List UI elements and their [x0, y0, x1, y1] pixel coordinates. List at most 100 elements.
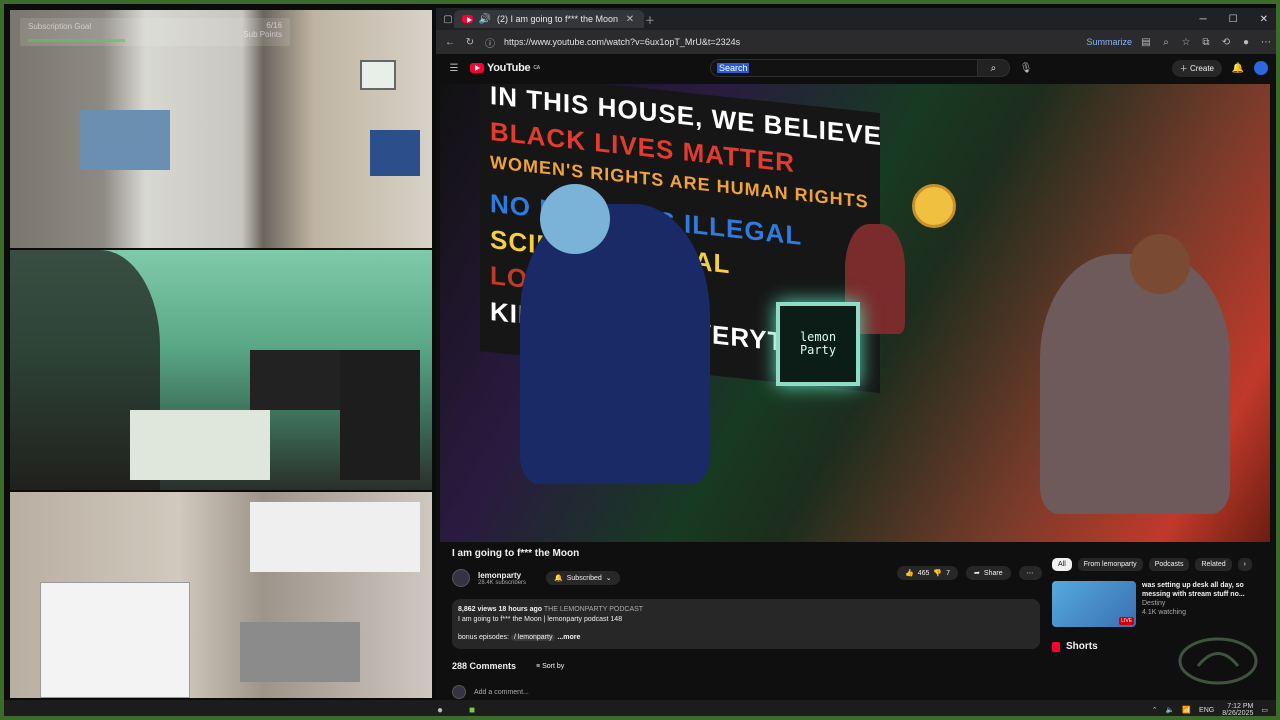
description-box[interactable]: 8,862 views 18 hours ago THE LEMONPARTY …: [452, 599, 1040, 649]
chevron-down-icon: ⌄: [605, 575, 612, 582]
youtube-logo-icon: [470, 63, 484, 73]
window: [360, 60, 396, 90]
volume-icon[interactable]: 🔈: [1166, 706, 1175, 714]
speaker-icon[interactable]: 🔊: [479, 13, 491, 25]
like-dislike-button[interactable]: 👍 465 👎 7: [897, 566, 959, 580]
new-tab-icon[interactable]: ＋: [644, 13, 656, 27]
reload-icon[interactable]: ↻: [464, 36, 476, 48]
host-left-head: [540, 184, 610, 254]
camera-feed-hallway: Subscription Goal 6/16 Sub Points: [10, 10, 432, 248]
bell-icon: 🔔: [554, 575, 563, 582]
favorite-star-icon[interactable]: ☆: [1180, 36, 1192, 48]
description-tag[interactable]: THE LEMONPARTY PODCAST: [544, 606, 643, 613]
thumbs-up-icon: 👍: [905, 570, 914, 577]
recycle-bins: [370, 130, 420, 176]
comments-count: 288 Comments: [452, 661, 517, 671]
chips-next-icon[interactable]: ›: [1237, 558, 1252, 571]
goal-count: 6/16 Sub Points: [243, 21, 282, 39]
channel-info: lemonparty 28.4K subscribers: [478, 571, 526, 586]
minimize-icon[interactable]: ─: [1200, 14, 1207, 25]
back-icon[interactable]: ←: [444, 36, 456, 48]
menu-dots-icon[interactable]: ⋯: [1260, 36, 1272, 48]
filter-chip[interactable]: From lemonparty: [1077, 558, 1143, 571]
add-comment-input[interactable]: Add a comment...: [474, 689, 529, 696]
subscribed-button[interactable]: 🔔 Subscribed ⌄: [546, 571, 620, 585]
more-link[interactable]: ...more: [557, 634, 580, 641]
clock-date: 8/26/2025: [1222, 710, 1254, 717]
create-label: Create: [1189, 63, 1214, 73]
search-button[interactable]: ⌕: [977, 59, 1010, 77]
bed: [130, 410, 270, 480]
video-player[interactable]: IN THIS HOUSE, WE BELIEVE BLACK LIVES MAT…: [440, 84, 1270, 542]
hamburger-menu-icon[interactable]: ☰: [448, 62, 460, 74]
tab-actions-icon[interactable]: ▢: [442, 13, 454, 25]
system-tray: ⌃ 🔈 📶 ENG 7:12 PM 8/26/2025 ▭: [1152, 703, 1276, 717]
host-left: [520, 204, 710, 484]
close-tab-icon[interactable]: ✕: [624, 13, 636, 25]
clock-time: 7:12 PM: [1227, 703, 1254, 710]
more-actions-button[interactable]: ⋯: [1018, 566, 1042, 580]
browser-window: ▢ 🔊 (2) I am going to f*** the Moon ✕ ＋ …: [436, 8, 1276, 700]
microphone-icon[interactable]: 🎙: [1020, 62, 1033, 74]
nvidia-icon[interactable]: ■: [466, 704, 478, 716]
host-right: [1040, 254, 1230, 514]
channel-avatar[interactable]: [452, 569, 470, 587]
search-input[interactable]: Search: [709, 59, 978, 77]
recommended-thumbnail[interactable]: LIVE: [1052, 581, 1136, 627]
history-icon[interactable]: ⟲: [1220, 36, 1232, 48]
host-right-head: [1130, 234, 1190, 294]
create-button[interactable]: ＋ Create: [1171, 59, 1222, 77]
subscription-goal-widget: Subscription Goal 6/16 Sub Points: [20, 18, 290, 46]
dislike-count: 7: [946, 569, 951, 577]
close-window-icon[interactable]: ✕: [1260, 14, 1268, 25]
taskbar-app-icon[interactable]: ●: [434, 704, 446, 716]
share-label: Share: [983, 569, 1003, 577]
filter-chip[interactable]: Related: [1195, 558, 1232, 571]
tray-chevron-icon[interactable]: ⌃: [1152, 706, 1158, 714]
youtube-header: ☰ YouTube CA Search ⌕ 🎙 ＋ Create 🔔: [436, 54, 1276, 82]
search-icon: ⌕: [990, 62, 997, 74]
cabinets: [250, 502, 420, 572]
share-button[interactable]: ➦ Share: [966, 566, 1011, 580]
zoom-icon[interactable]: ⌕: [1160, 36, 1172, 48]
notification-center-icon[interactable]: ▭: [1261, 706, 1268, 714]
more-dots-icon: ⋯: [1026, 570, 1034, 577]
goal-label: Subscription Goal: [28, 22, 92, 31]
subscribed-label: Subscribed: [566, 574, 602, 582]
sort-button[interactable]: ≡ Sort by: [536, 663, 564, 670]
youtube-logo[interactable]: YouTube CA: [470, 62, 540, 74]
recommended-title[interactable]: was setting up desk all day, so messing …: [1142, 581, 1250, 599]
summarize-button[interactable]: Summarize: [1086, 37, 1132, 47]
recommended-video[interactable]: LIVE was setting up desk all day, so mes…: [1052, 581, 1272, 627]
url-field[interactable]: https://www.youtube.com/watch?v=6ux1opT_…: [504, 37, 924, 47]
goal-progress-bar: [28, 39, 125, 42]
desktop-screen: Subscription Goal 6/16 Sub Points ▢ 🔊 (2…: [0, 0, 1280, 720]
extensions-icon[interactable]: ⧉: [1200, 36, 1212, 48]
channel-name[interactable]: lemonparty: [478, 571, 526, 580]
notifications-bell-icon[interactable]: 🔔: [1232, 62, 1244, 74]
maximize-icon[interactable]: ☐: [1229, 14, 1238, 25]
browser-tab-active[interactable]: 🔊 (2) I am going to f*** the Moon ✕: [454, 10, 644, 28]
description-meta: 8,862 views 18 hours ago THE LEMONPARTY …: [458, 605, 1034, 615]
video-details: I am going to f*** the Moon lemonparty 2…: [452, 548, 1052, 699]
add-comment-row: Add a comment...: [452, 685, 1052, 699]
account-avatar[interactable]: [1254, 61, 1268, 75]
camera-feed-kitchen: [10, 492, 432, 698]
recommended-channel[interactable]: Destiny: [1142, 599, 1250, 608]
reader-icon[interactable]: ▤: [1140, 36, 1152, 48]
site-info-icon[interactable]: ⓘ: [484, 36, 496, 50]
bonus-link[interactable]: / lemonparty: [510, 634, 556, 641]
shorts-icon: [1052, 641, 1060, 652]
youtube-logo-region: CA: [533, 65, 540, 71]
profile-icon[interactable]: ●: [1240, 36, 1252, 48]
upload-age: 18 hours ago: [498, 606, 543, 613]
filter-chip[interactable]: Podcasts: [1148, 558, 1190, 571]
shorts-label: Shorts: [1066, 641, 1098, 652]
filter-chip[interactable]: All: [1052, 558, 1072, 571]
clock[interactable]: 7:12 PM 8/26/2025: [1222, 703, 1254, 717]
language-indicator[interactable]: ENG: [1199, 707, 1214, 714]
wifi-icon[interactable]: 📶: [1182, 706, 1191, 714]
user-avatar: [452, 685, 466, 699]
window-controls: ─ ☐ ✕: [1200, 14, 1276, 25]
taskbar: ● ■ ⌃ 🔈 📶 ENG 7:12 PM 8/26/2025 ▭: [4, 700, 1276, 717]
